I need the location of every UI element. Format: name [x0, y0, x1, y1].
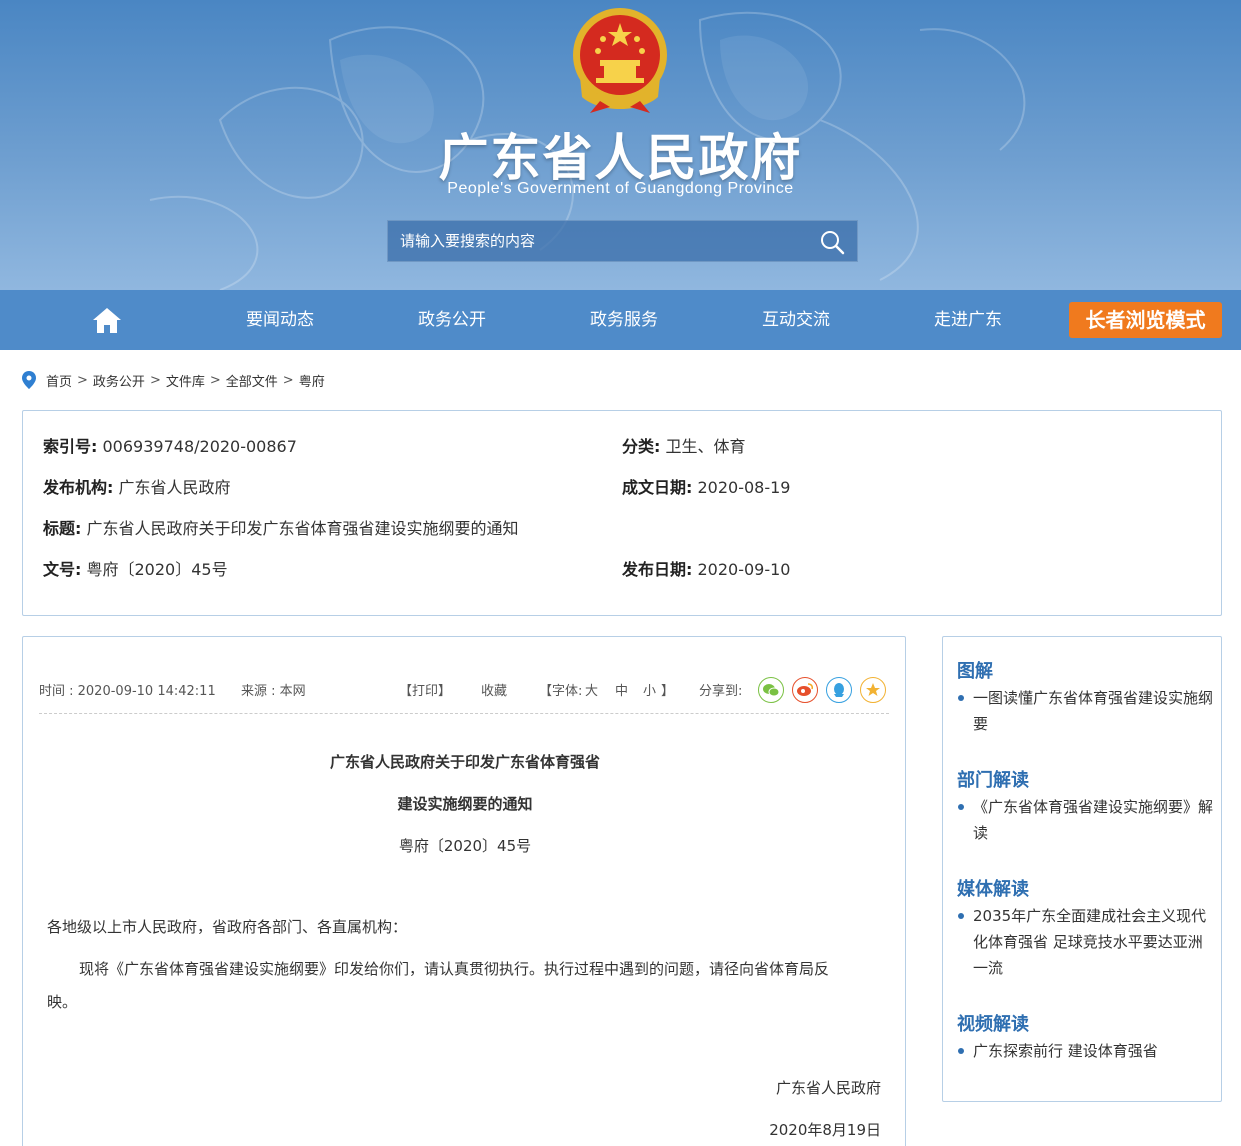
site-subtitle: People's Government of Guangdong Provinc… — [447, 180, 794, 197]
title-value: 广东省人民政府关于印发广东省体育强省建设实施纲要的通知 — [86, 519, 519, 538]
breadcrumb-current[interactable]: 粤府 — [299, 371, 325, 390]
title-row: 标题: 广东省人民政府关于印发广东省体育强省建设实施纲要的通知 — [43, 515, 519, 539]
publish-time: 时间 : 2020-09-10 14:42:11 — [39, 684, 216, 699]
main-nav: 要闻动态 政务公开 政务服务 互动交流 走进广东 长者浏览模式 — [0, 290, 1241, 350]
nav-item-government-affairs[interactable]: 政务公开 — [392, 290, 512, 350]
publisher-label: 发布机构: — [43, 478, 114, 497]
font-medium-button[interactable]: 中 — [615, 680, 628, 699]
meta-divider — [39, 713, 889, 714]
publisher-row: 发布机构: 广东省人民政府 — [43, 474, 231, 498]
breadcrumb-government-affairs[interactable]: 政务公开 — [93, 371, 145, 390]
document-info-panel: 索引号: 006939748/2020-00867 分类: 卫生、体育 发布机构… — [22, 410, 1222, 616]
doc-number-row: 文号: 粤府〔2020〕45号 — [43, 556, 228, 580]
article-salutation: 各地级以上市人民政府，省政府各部门、各直属机构： — [47, 918, 408, 936]
breadcrumb: 首页 > 政务公开 > 文件库 > 全部文件 > 粤府 — [22, 368, 325, 392]
category-value: 卫生、体育 — [665, 437, 746, 456]
font-small-button[interactable]: 小 — [643, 680, 656, 699]
written-date-row: 成文日期: 2020-08-19 — [622, 474, 790, 498]
search-input[interactable] — [388, 221, 808, 261]
article-title-line-1: 广东省人民政府关于印发广东省体育强省 — [329, 753, 600, 771]
article-body-line-2: 映。 — [47, 993, 78, 1011]
index-number-value: 006939748/2020-00867 — [102, 437, 297, 456]
breadcrumb-separator: > — [149, 372, 161, 388]
nav-item-interaction[interactable]: 互动交流 — [736, 290, 856, 350]
publisher-value: 广东省人民政府 — [118, 478, 231, 497]
publish-date-value: 2020-09-10 — [697, 560, 791, 579]
index-number-row: 索引号: 006939748/2020-00867 — [43, 433, 297, 457]
search-icon[interactable] — [819, 229, 845, 255]
interpretation-sidebar: 图解 一图读懂广东省体育强省建设实施纲要 部门解读 《广东省体育强省建设实施纲要… — [942, 636, 1222, 1102]
print-button[interactable]: 【打印】 — [399, 680, 451, 699]
index-number-label: 索引号: — [43, 437, 98, 456]
nav-item-news[interactable]: 要闻动态 — [220, 290, 340, 350]
title-label: 标题: — [43, 519, 82, 538]
search-box — [387, 220, 858, 262]
qq-icon[interactable] — [826, 677, 852, 703]
section-title-video: 视频解读 — [957, 1014, 1029, 1035]
article-date: 2020年8月19日 — [769, 1121, 881, 1139]
section-title-department: 部门解读 — [957, 770, 1029, 791]
section-title-infographic: 图解 — [957, 661, 993, 682]
nav-item-about-guangdong[interactable]: 走进广东 — [908, 290, 1028, 350]
breadcrumb-all-files[interactable]: 全部文件 — [226, 371, 278, 390]
breadcrumb-separator: > — [77, 372, 88, 388]
qzone-icon[interactable] — [860, 677, 886, 703]
article-doc-number: 粤府〔2020〕45号 — [398, 837, 532, 855]
weibo-icon[interactable] — [792, 677, 818, 703]
home-icon[interactable] — [92, 306, 122, 334]
breadcrumb-separator: > — [282, 372, 294, 388]
category-label: 分类: — [622, 437, 661, 456]
breadcrumb-home[interactable]: 首页 — [46, 371, 72, 390]
publish-date-label: 发布日期: — [622, 560, 693, 579]
national-emblem — [573, 8, 667, 113]
written-date-label: 成文日期: — [622, 478, 693, 497]
article-source: 来源 : 本网 — [241, 684, 306, 699]
section-title-media: 媒体解读 — [957, 879, 1029, 900]
doc-number-label: 文号: — [43, 560, 82, 579]
breadcrumb-file-library[interactable]: 文件库 — [166, 371, 205, 390]
sidebar-link[interactable]: 广东探索前行 建设体育强省 — [957, 1038, 1213, 1064]
article-panel: 时间 : 2020-09-10 14:42:11 来源 : 本网 【打印】 收藏… — [22, 636, 906, 1146]
sidebar-link[interactable]: 一图读懂广东省体育强省建设实施纲要 — [957, 685, 1213, 737]
header-banner: 广东省人民政府 People's Government of Guangdong… — [0, 0, 1241, 290]
category-row: 分类: 卫生、体育 — [622, 433, 746, 457]
nav-item-services[interactable]: 政务服务 — [564, 290, 684, 350]
font-large-button[interactable]: 大 — [585, 680, 598, 699]
publish-date-row: 发布日期: 2020-09-10 — [622, 556, 790, 580]
elder-mode-button[interactable]: 长者浏览模式 — [1069, 302, 1222, 338]
article-meta-bar: 时间 : 2020-09-10 14:42:11 来源 : 本网 【打印】 收藏… — [39, 677, 889, 703]
breadcrumb-separator: > — [209, 372, 221, 388]
article-signature: 广东省人民政府 — [775, 1079, 881, 1097]
font-size-label: 【字体: — [539, 684, 583, 699]
sidebar-link[interactable]: 《广东省体育强省建设实施纲要》解读 — [957, 794, 1213, 846]
doc-number-value: 粤府〔2020〕45号 — [86, 560, 228, 579]
article-body-line-1: 现将《广东省体育强省建设实施纲要》印发给你们，请认真贯彻执行。执行过程中遇到的问… — [79, 960, 830, 978]
sidebar-link[interactable]: 2035年广东全面建成社会主义现代化体育强省 足球竞技水平要达亚洲一流 — [957, 903, 1213, 981]
share-label: 分享到: — [699, 684, 743, 699]
location-pin-icon — [22, 371, 36, 389]
favorite-button[interactable]: 收藏 — [481, 680, 507, 699]
wechat-icon[interactable] — [758, 677, 784, 703]
article-title-line-2: 建设实施纲要的通知 — [397, 795, 533, 813]
written-date-value: 2020-08-19 — [697, 478, 791, 497]
font-size-close: 】 — [661, 684, 675, 699]
